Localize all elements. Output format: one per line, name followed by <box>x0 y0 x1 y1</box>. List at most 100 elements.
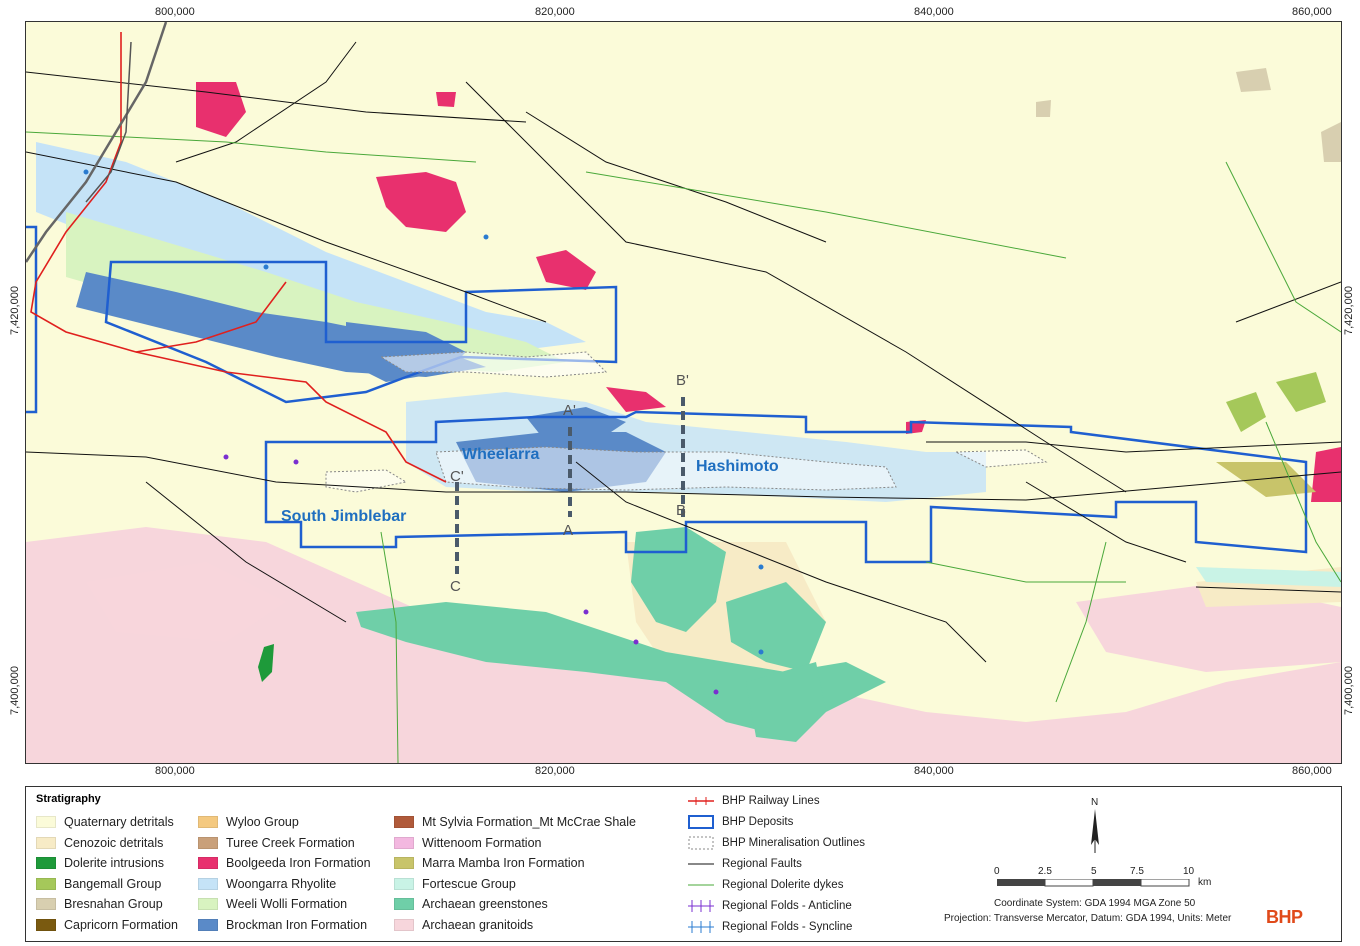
legend-swatch <box>198 919 218 931</box>
legend-label: Archaean granitoids <box>422 918 534 932</box>
projection-info: Projection: Transverse Mercator, Datum: … <box>944 913 1232 924</box>
x-tick-label: 840,000 <box>914 6 954 18</box>
legend-unit: Bangemall Group <box>36 876 161 892</box>
legend-label: Bresnahan Group <box>64 897 163 911</box>
legend-symbol-mineralisation: BHP Mineralisation Outlines <box>688 835 865 851</box>
y-tick-label: 7,400,000 <box>9 666 21 715</box>
legend-symbol-dyke: Regional Dolerite dykes <box>688 877 843 893</box>
legend-unit: Cenozoic detritals <box>36 835 163 851</box>
legend-label: Weeli Wolli Formation <box>226 897 348 911</box>
x-tick-label: 820,000 <box>535 765 575 777</box>
legend-swatch <box>36 898 56 910</box>
legend-swatch <box>394 837 414 849</box>
geology-map[interactable]: Wheelarra Hashimoto South Jimblebar A' A… <box>25 21 1342 764</box>
scale-label: 2.5 <box>1038 866 1052 877</box>
map-legend: Stratigraphy Quaternary detritals Cenozo… <box>25 786 1342 942</box>
legend-label: Dolerite intrusions <box>64 856 165 870</box>
legend-swatch <box>198 837 218 849</box>
legend-symbol-anticline: Regional Folds - Anticline <box>688 898 852 914</box>
legend-label: Woongarra Rhyolite <box>226 877 337 891</box>
railway-icon <box>688 797 714 805</box>
legend-symbol-syncline: Regional Folds - Syncline <box>688 919 852 935</box>
legend-label: BHP Mineralisation Outlines <box>722 837 865 849</box>
map-figure: { "axes": { "x_ticks": ["800,000", "820,… <box>0 0 1360 946</box>
legend-swatch <box>394 878 414 890</box>
legend-unit: Dolerite intrusions <box>36 855 164 871</box>
x-tick-label: 840,000 <box>914 765 954 777</box>
legend-label: Bangemall Group <box>64 877 162 891</box>
place-label-south-jimblebar: South Jimblebar <box>281 508 407 525</box>
north-label: N <box>1091 797 1099 808</box>
fault-line-icon <box>688 863 714 865</box>
dyke-line-icon <box>688 884 714 886</box>
scale-unit: km <box>1198 877 1212 888</box>
scale-label: 10 <box>1183 866 1195 877</box>
legend-label: Wittenoom Formation <box>422 836 542 850</box>
legend-swatch <box>198 816 218 828</box>
y-tick-label: 7,420,000 <box>9 286 21 335</box>
legend-swatch <box>36 919 56 931</box>
legend-label: Fortescue Group <box>422 877 516 891</box>
mineralisation-icon <box>688 836 714 850</box>
section-label-b-top: B' <box>676 372 689 389</box>
legend-unit: Woongarra Rhyolite <box>198 876 336 892</box>
legend-unit: Capricorn Formation <box>36 917 178 933</box>
legend-unit: Weeli Wolli Formation <box>198 896 347 912</box>
x-tick-label: 860,000 <box>1292 6 1332 18</box>
legend-symbol-deposit: BHP Deposits <box>688 814 793 830</box>
legend-label: Quaternary detritals <box>64 815 174 829</box>
legend-unit: Boolgeeda Iron Formation <box>198 855 371 871</box>
scale-label: 7.5 <box>1130 866 1144 877</box>
legend-swatch <box>394 816 414 828</box>
legend-swatch <box>36 857 56 869</box>
x-tick-label: 820,000 <box>535 6 575 18</box>
legend-label: Regional Folds - Syncline <box>722 921 853 933</box>
legend-label: Regional Dolerite dykes <box>722 879 844 891</box>
scale-label: 5 <box>1091 866 1097 877</box>
legend-label: BHP Deposits <box>722 816 794 828</box>
place-label-wheelarra: Wheelarra <box>462 446 540 463</box>
legend-label: Capricorn Formation <box>64 918 178 932</box>
legend-symbol-railway: BHP Railway Lines <box>688 793 820 809</box>
x-tick-label: 800,000 <box>155 765 195 777</box>
y-tick-label: 7,420,000 <box>1343 286 1355 335</box>
legend-swatch <box>198 898 218 910</box>
legend-label: Turee Creek Formation <box>226 836 355 850</box>
deposit-icon <box>688 815 714 829</box>
section-label-c-top: C' <box>450 468 464 485</box>
syncline-icon <box>688 921 714 933</box>
legend-unit: Mt Sylvia Formation_Mt McCrae Shale <box>394 814 636 830</box>
section-label-a-bottom: A <box>563 522 574 539</box>
legend-unit: Wittenoom Formation <box>394 835 541 851</box>
legend-title: Stratigraphy <box>36 793 101 805</box>
legend-unit: Fortescue Group <box>394 876 516 892</box>
legend-label: Cenozoic detritals <box>64 836 164 850</box>
legend-label: Regional Faults <box>722 858 802 870</box>
legend-unit: Brockman Iron Formation <box>198 917 367 933</box>
legend-label: Archaean greenstones <box>422 897 548 911</box>
legend-label: BHP Railway Lines <box>722 795 820 807</box>
legend-unit: Archaean granitoids <box>394 917 533 933</box>
anticline-icon <box>688 900 714 912</box>
legend-symbol-fault: Regional Faults <box>688 856 802 872</box>
bhp-logo: BHP <box>1266 907 1303 927</box>
legend-unit: Quaternary detritals <box>36 814 174 830</box>
legend-swatch <box>198 878 218 890</box>
x-tick-label: 860,000 <box>1292 765 1332 777</box>
legend-label: Wyloo Group <box>226 815 299 829</box>
y-tick-label: 7,400,000 <box>1343 666 1355 715</box>
place-label-hashimoto: Hashimoto <box>696 458 779 475</box>
legend-unit: Turee Creek Formation <box>198 835 355 851</box>
legend-swatch <box>36 816 56 828</box>
legend-unit: Wyloo Group <box>198 814 299 830</box>
north-arrow-icon <box>1091 809 1099 853</box>
legend-label: Boolgeeda Iron Formation <box>226 856 371 870</box>
legend-label: Regional Folds - Anticline <box>722 900 852 912</box>
legend-swatch <box>198 857 218 869</box>
section-label-b-bottom: B <box>676 502 687 519</box>
legend-unit: Marra Mamba Iron Formation <box>394 855 585 871</box>
legend-unit: Bresnahan Group <box>36 896 163 912</box>
legend-label: Mt Sylvia Formation_Mt McCrae Shale <box>422 815 636 829</box>
scale-bar <box>997 879 1190 887</box>
legend-swatch <box>394 919 414 931</box>
